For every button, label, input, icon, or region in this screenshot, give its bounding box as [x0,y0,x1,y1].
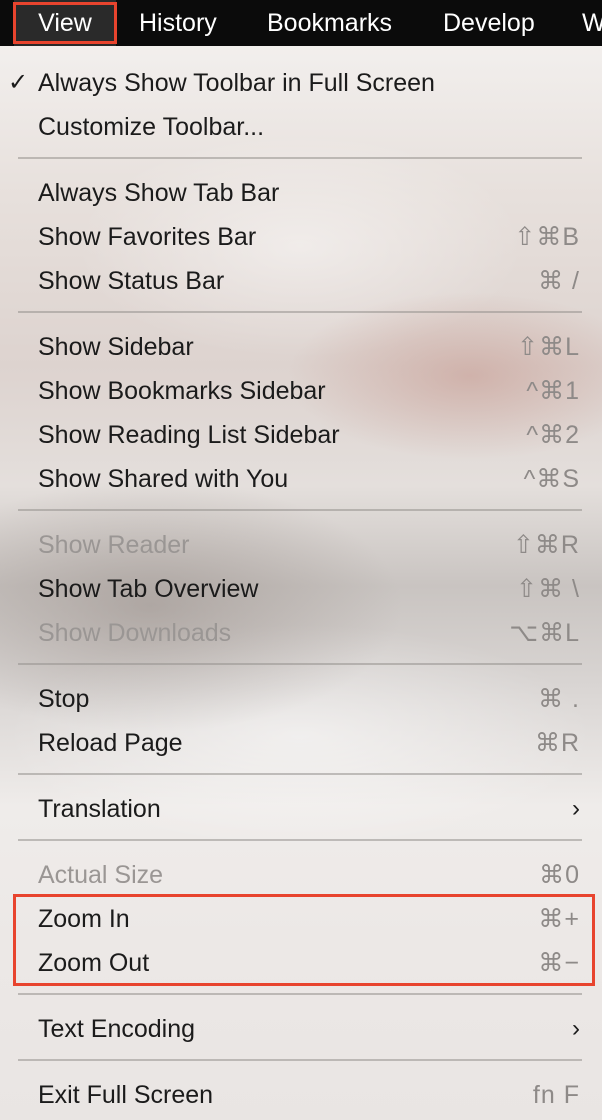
menu-separator [18,993,582,995]
shortcut-label: ⌘0 [539,861,580,889]
menu-item-label: Exit Full Screen [38,1081,214,1109]
menu-item-reload-page[interactable]: Reload Page ⌘R [0,721,602,765]
menu-item-show-status-bar[interactable]: Show Status Bar ⌘ / [0,259,602,303]
menu-separator [18,663,582,665]
menu-item-label: Show Shared with You [38,465,289,493]
menu-item-show-sidebar[interactable]: Show Sidebar ⇧⌘L [0,325,602,369]
shortcut-label: ⌥⌘L [509,619,580,647]
menu-item-label: Always Show Tab Bar [38,179,280,207]
menu-separator [18,773,582,775]
menu-item-label: Show Tab Overview [38,575,259,603]
menu-item-label: Always Show Toolbar in Full Screen [38,69,435,97]
menu-item-stop[interactable]: Stop ⌘ . [0,677,602,721]
menu-item-show-tab-overview[interactable]: Show Tab Overview ⇧⌘ \ [0,567,602,611]
checkmark-icon: ✓ [8,69,29,96]
menu-item-label: Show Bookmarks Sidebar [38,377,326,405]
menu-item-actual-size: Actual Size ⌘0 [0,853,602,897]
menu-separator [18,311,582,313]
menubar-item-develop[interactable]: Develop [443,0,535,46]
zoom-highlight-box [13,894,595,986]
menu-item-label: Stop [38,685,90,713]
chevron-right-icon: › [572,1015,580,1042]
menu-item-label: Show Favorites Bar [38,223,257,251]
menu-item-show-favorites-bar[interactable]: Show Favorites Bar ⇧⌘B [0,215,602,259]
menu-item-show-reading-list-sidebar[interactable]: Show Reading List Sidebar ^⌘2 [0,413,602,457]
menubar-item-window[interactable]: W [582,0,602,46]
shortcut-label: ⇧⌘ \ [516,575,580,603]
menu-item-label: Translation [38,795,161,823]
menu-item-text-encoding[interactable]: Text Encoding › [0,1007,602,1051]
menu-bar: View History Bookmarks Develop W [0,0,602,46]
menu-item-label: Reload Page [38,729,183,757]
menu-item-label: Show Status Bar [38,267,225,295]
chevron-right-icon: › [572,795,580,822]
menubar-item-bookmarks[interactable]: Bookmarks [267,0,392,46]
shortcut-label: ⌘R [534,729,580,757]
shortcut-label: ^⌘S [523,465,580,493]
menu-item-label: Show Sidebar [38,333,194,361]
menu-item-translation[interactable]: Translation › [0,787,602,831]
menu-item-label: Text Encoding [38,1015,196,1043]
menu-item-show-reader: Show Reader ⇧⌘R [0,523,602,567]
menu-item-customize-toolbar[interactable]: Customize Toolbar... [0,105,602,149]
menu-separator [18,839,582,841]
shortcut-label: ⇧⌘L [517,333,580,361]
shortcut-label: ^⌘2 [526,421,580,449]
menu-item-label: Show Reader [38,531,190,559]
menu-separator [18,509,582,511]
menu-item-label: Actual Size [38,861,164,889]
menu-item-label: Customize Toolbar... [38,113,265,141]
menubar-item-history[interactable]: History [139,0,217,46]
shortcut-label: ⇧⌘B [514,223,580,251]
menu-item-exit-full-screen[interactable]: Exit Full Screen fn F [0,1073,602,1117]
shortcut-label: ⌘ / [538,267,580,295]
menu-item-show-shared-with-you[interactable]: Show Shared with You ^⌘S [0,457,602,501]
shortcut-label: fn F [532,1081,580,1109]
shortcut-label: ⇧⌘R [512,531,580,559]
menu-item-label: Show Downloads [38,619,232,647]
shortcut-label: ^⌘1 [526,377,580,405]
menu-item-always-show-toolbar[interactable]: ✓ Always Show Toolbar in Full Screen [0,61,602,105]
menu-separator [18,1059,582,1061]
menu-separator [18,157,582,159]
menu-item-show-bookmarks-sidebar[interactable]: Show Bookmarks Sidebar ^⌘1 [0,369,602,413]
shortcut-label: ⌘ . [538,685,580,713]
menu-item-show-downloads: Show Downloads ⌥⌘L [0,611,602,655]
menu-item-always-show-tab-bar[interactable]: Always Show Tab Bar [0,171,602,215]
menu-item-label: Show Reading List Sidebar [38,421,340,449]
view-highlight-box [13,2,117,44]
view-menu: ✓ Always Show Toolbar in Full Screen Cus… [0,46,602,1120]
